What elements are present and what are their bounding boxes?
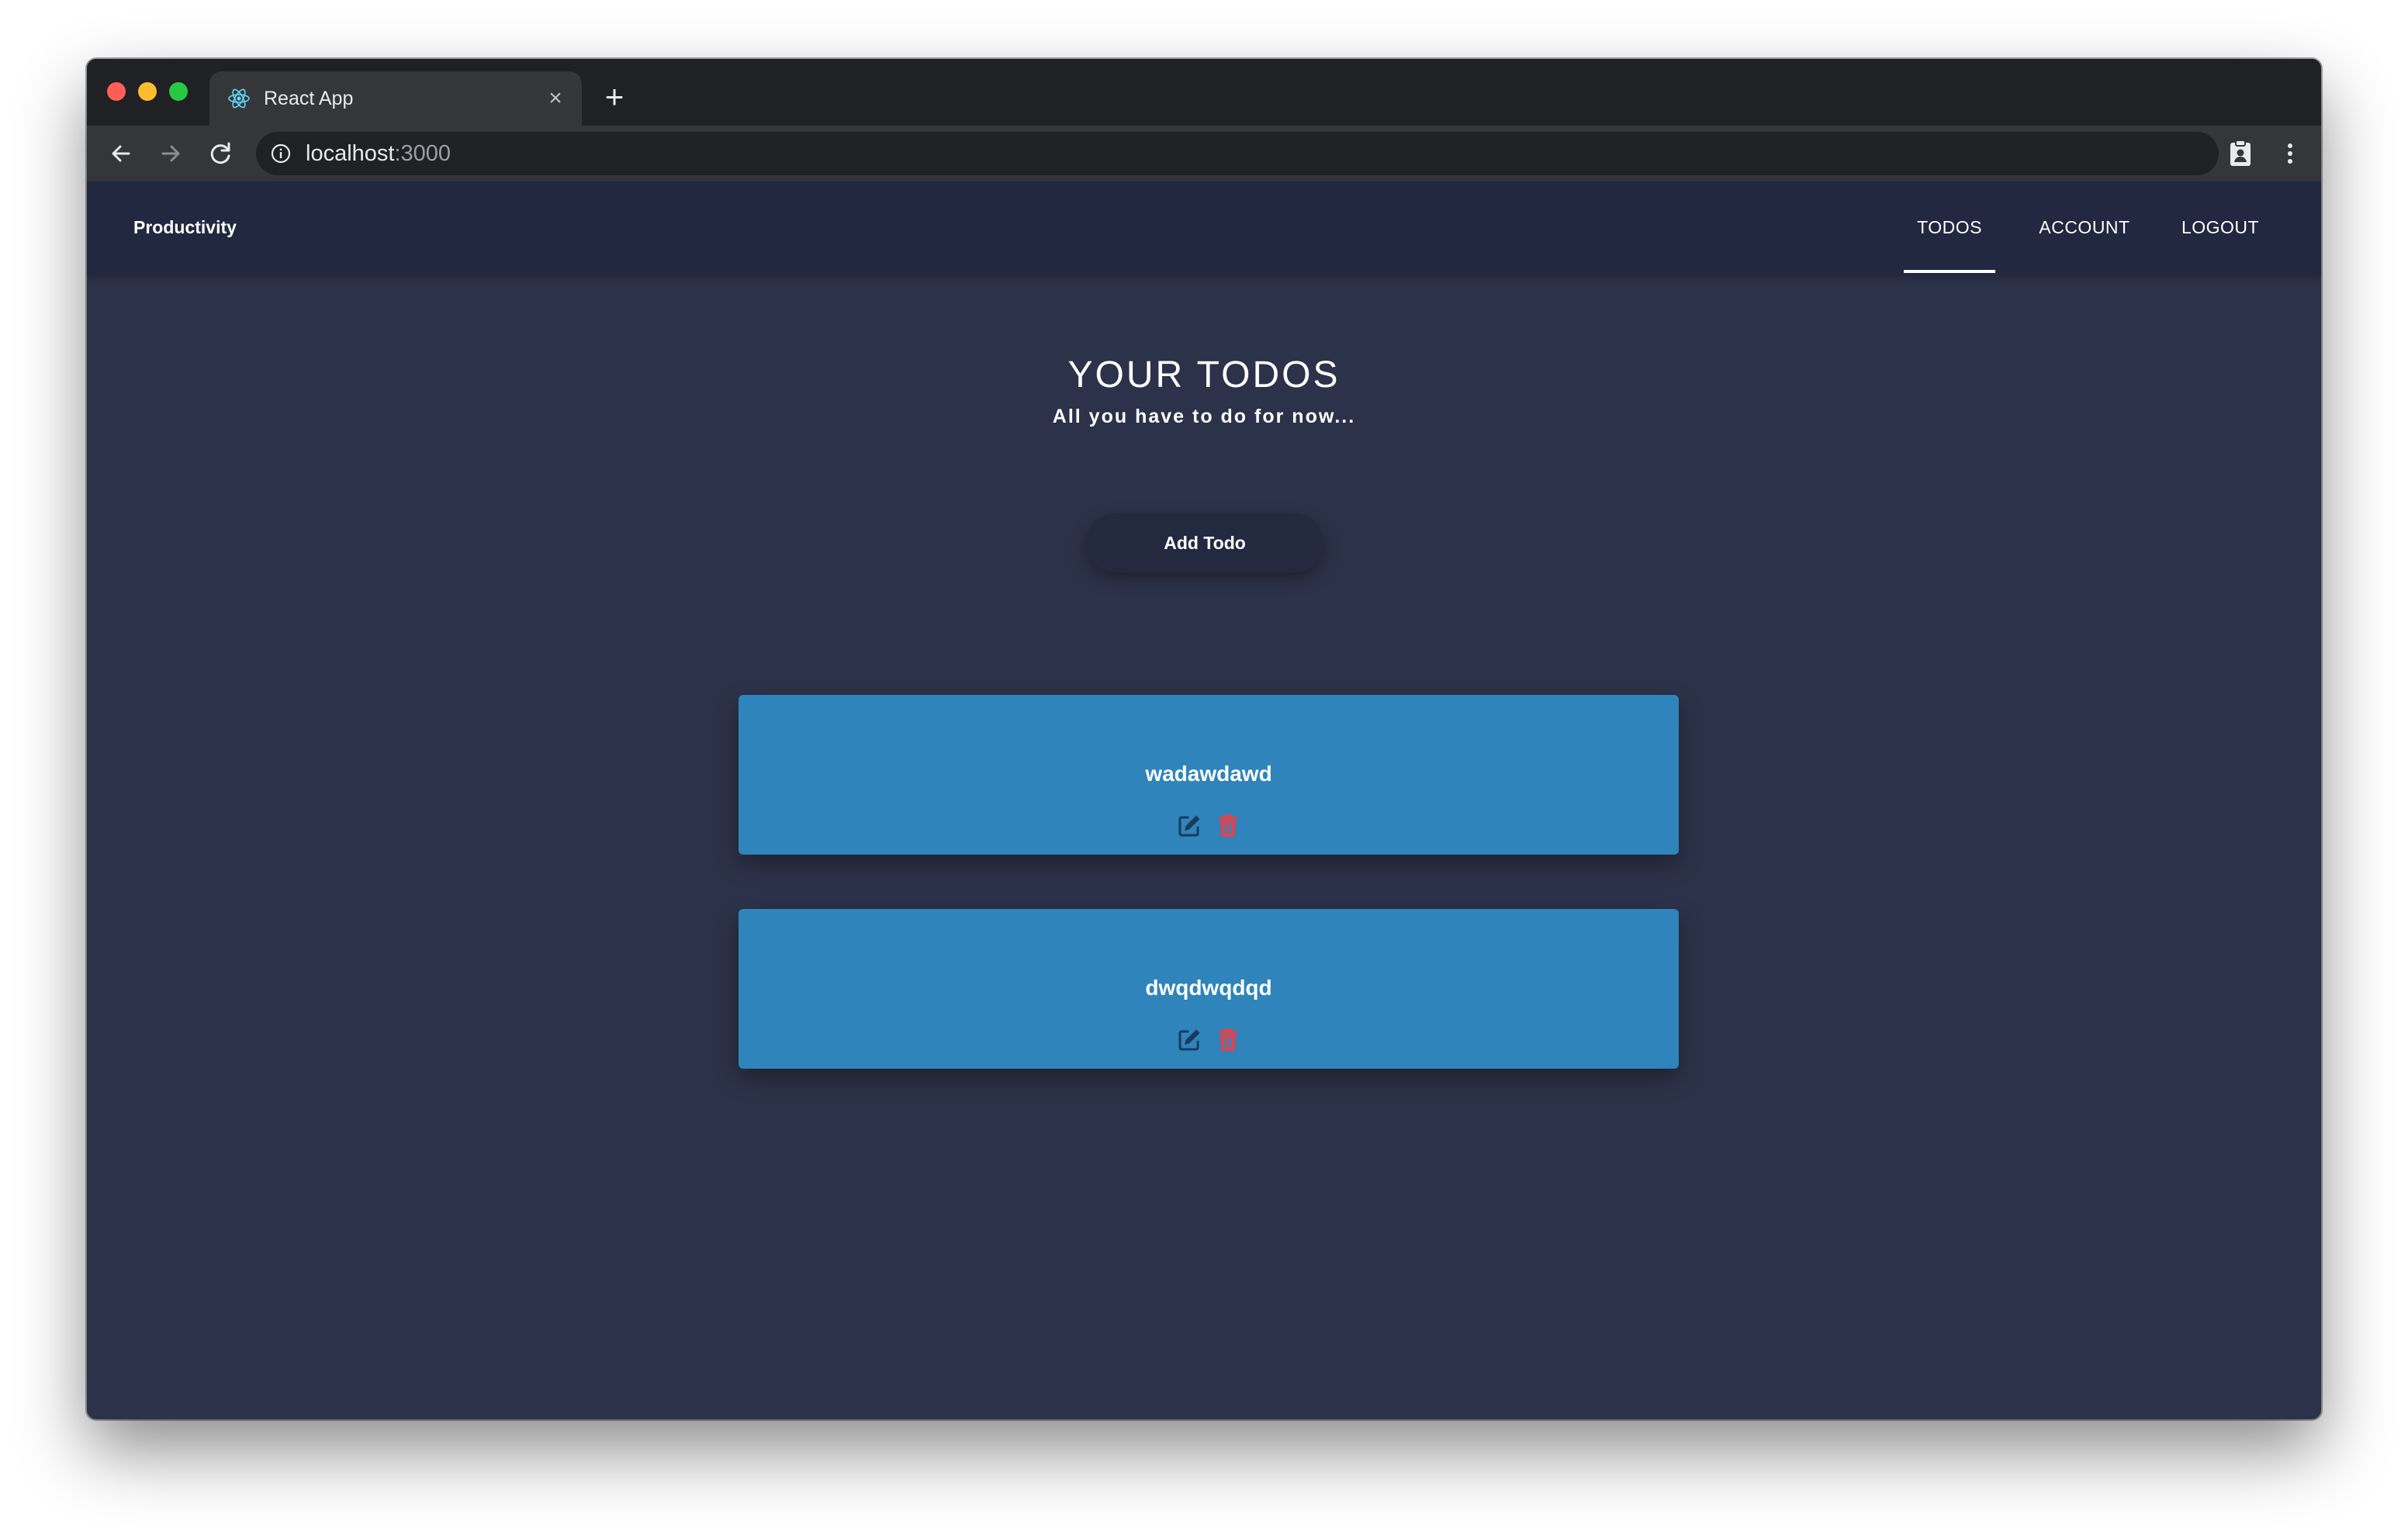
nav-account[interactable]: ACCOUNT xyxy=(2026,214,2143,240)
url-host: localhost xyxy=(306,141,395,166)
new-tab-button[interactable]: + xyxy=(599,81,630,113)
trash-icon[interactable] xyxy=(1215,813,1241,839)
react-logo-icon xyxy=(228,88,250,109)
tab-close-icon[interactable]: × xyxy=(543,86,568,111)
arrow-right-icon[interactable] xyxy=(154,136,188,171)
close-window-button[interactable] xyxy=(107,82,126,101)
tab-title: React App xyxy=(264,88,354,109)
app-header: Productivity TODOS ACCOUNT LOGOUT xyxy=(87,181,2321,275)
tab-strip: React App × + xyxy=(87,59,2321,126)
todo-actions xyxy=(739,1027,1679,1053)
todo-actions xyxy=(739,813,1679,839)
edit-icon[interactable] xyxy=(1176,1027,1202,1053)
main-content: YOUR TODOS All you have to do for now...… xyxy=(87,275,2321,1419)
maximize-window-button[interactable] xyxy=(169,82,188,101)
reload-icon[interactable] xyxy=(203,136,237,171)
browser-toolbar: localhost:3000 xyxy=(87,126,2321,181)
kebab-menu-icon[interactable] xyxy=(2273,136,2307,171)
nav-logout[interactable]: LOGOUT xyxy=(2174,214,2267,240)
browser-window: React App × + localhost:3000 Productivit… xyxy=(87,59,2321,1419)
add-todo-button[interactable]: Add Todo xyxy=(1086,513,1323,572)
todo-card: wadawdawd xyxy=(739,695,1679,855)
active-nav-indicator xyxy=(1904,270,1995,273)
url-text: localhost:3000 xyxy=(306,140,451,167)
nav-todos[interactable]: TODOS xyxy=(1904,214,1995,240)
trash-icon[interactable] xyxy=(1215,1027,1241,1053)
minimize-window-button[interactable] xyxy=(138,82,157,101)
browser-tab[interactable]: React App × xyxy=(209,71,582,126)
page-subtitle: All you have to do for now... xyxy=(1052,406,1356,427)
edit-icon[interactable] xyxy=(1176,813,1202,839)
todo-title: dwqdwqdqd xyxy=(1145,976,1272,1000)
todo-card: dwqdwqdqd xyxy=(739,909,1679,1069)
brand-title[interactable]: Productivity xyxy=(133,214,237,240)
arrow-left-icon[interactable] xyxy=(104,136,138,171)
info-icon[interactable] xyxy=(270,143,292,164)
address-bar[interactable]: localhost:3000 xyxy=(256,132,2219,175)
page-title: YOUR TODOS xyxy=(1067,354,1341,396)
url-port: :3000 xyxy=(394,141,452,166)
todo-title: wadawdawd xyxy=(1145,762,1272,786)
clipboard-badge-icon[interactable] xyxy=(2223,136,2258,171)
